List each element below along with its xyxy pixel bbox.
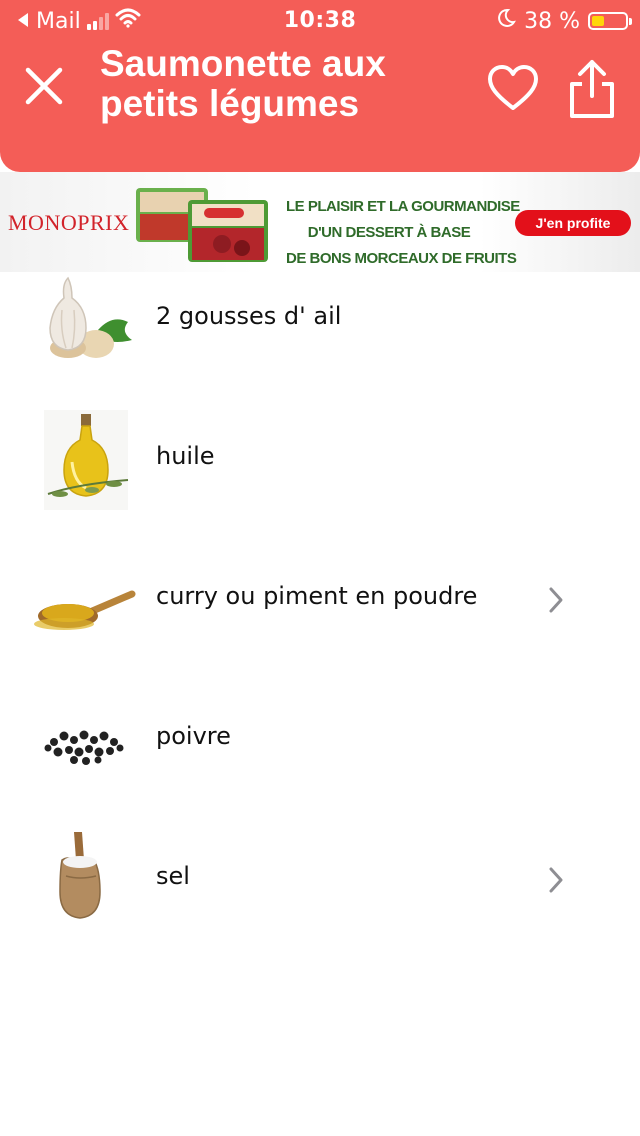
status-right: 38 % — [496, 8, 632, 34]
chevron-right-icon[interactable] — [546, 586, 566, 614]
ingredient-label[interactable]: sel — [156, 862, 190, 890]
moon-icon — [496, 8, 517, 34]
page-title: Saumonette aux petits légumes — [100, 43, 386, 124]
ad-brand-logo: MONOPRIX — [8, 210, 130, 235]
spice-spoon-icon — [28, 550, 138, 650]
ingredient-label: poivre — [156, 722, 231, 750]
ingredient-row: 2 gousses d' ail — [0, 250, 640, 390]
peppercorns-icon — [28, 690, 138, 790]
ad-copy-line: D'UN DESSERT À BASE — [307, 224, 471, 241]
ingredient-label[interactable]: curry ou piment en poudre — [156, 582, 477, 610]
share-button[interactable] — [564, 58, 620, 120]
ingredient-label: 2 gousses d' ail — [156, 302, 342, 330]
favorite-button[interactable] — [486, 62, 540, 116]
ingredient-row: poivre — [0, 670, 640, 810]
garlic-icon — [28, 270, 138, 370]
ingredient-row: huile — [0, 390, 640, 530]
ad-copy-line: LE PLAISIR ET LA GOURMANDISE — [286, 198, 520, 215]
heart-icon — [488, 65, 538, 110]
battery-level-fill — [592, 16, 604, 26]
ad-cta-button[interactable]: J'en profite — [515, 210, 631, 236]
battery-icon — [588, 12, 632, 30]
app-header: Mail 10:38 38 % Saumonette aux petits lé… — [0, 0, 640, 172]
ingredient-row[interactable]: sel — [0, 810, 640, 950]
battery-percent: 38 % — [524, 8, 580, 34]
oil-bottle-icon — [28, 410, 138, 510]
chevron-right-icon[interactable] — [546, 866, 566, 894]
share-icon — [570, 60, 614, 118]
status-bar: Mail 10:38 38 % — [0, 6, 640, 36]
ingredient-row[interactable]: curry ou piment en poudre — [0, 530, 640, 670]
close-icon — [25, 67, 63, 105]
close-button[interactable] — [20, 62, 68, 110]
ingredient-label: huile — [156, 442, 215, 470]
salt-sack-icon — [28, 830, 138, 930]
